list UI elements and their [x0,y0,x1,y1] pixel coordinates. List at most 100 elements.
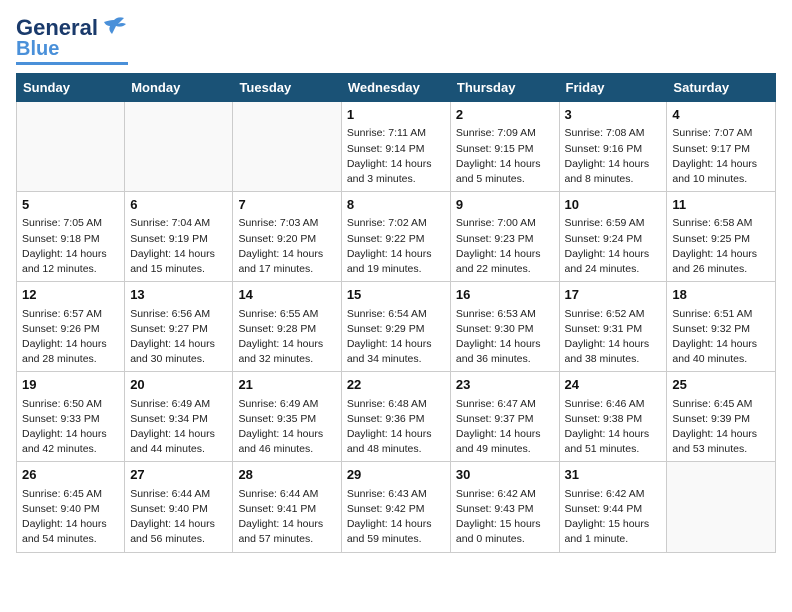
calendar-day-26: 26Sunrise: 6:45 AM Sunset: 9:40 PM Dayli… [17,462,125,552]
day-info: Sunrise: 7:00 AM Sunset: 9:23 PM Dayligh… [456,216,554,277]
calendar-week-row: 5 Sunrise: 7:05 AM Sunset: 9:18 PM Daylig… [17,192,776,282]
weekday-header-sunday: Sunday [17,74,125,102]
day-info: Sunrise: 7:08 AM Sunset: 9:16 PM Dayligh… [565,126,662,187]
calendar-day-4: 4Sunrise: 7:07 AM Sunset: 9:17 PM Daylig… [667,102,776,192]
day-info: Sunrise: 6:47 AM Sunset: 9:37 PM Dayligh… [456,397,554,458]
weekday-header-saturday: Saturday [667,74,776,102]
day-info: Sunrise: 7:02 AM Sunset: 9:22 PM Dayligh… [347,216,445,277]
calendar-day-10: 10Sunrise: 6:59 AM Sunset: 9:24 PM Dayli… [559,192,667,282]
day-info: Sunrise: 6:49 AM Sunset: 9:34 PM Dayligh… [130,397,227,458]
day-info: Sunrise: 6:56 AM Sunset: 9:27 PM Dayligh… [130,307,227,368]
day-info: Sunrise: 6:51 AM Sunset: 9:32 PM Dayligh… [672,307,770,368]
calendar-table: SundayMondayTuesdayWednesdayThursdayFrid… [16,73,776,552]
day-number: 28 [238,466,335,484]
day-number: 15 [347,286,445,304]
day-info: Sunrise: 7:03 AM Sunset: 9:20 PM Dayligh… [238,216,335,277]
calendar-day-24: 24Sunrise: 6:46 AM Sunset: 9:38 PM Dayli… [559,372,667,462]
day-number: 31 [565,466,662,484]
day-number: 1 [347,106,445,124]
day-info: Sunrise: 6:54 AM Sunset: 9:29 PM Dayligh… [347,307,445,368]
calendar-day-18: 18 Sunrise: 6:51 AM Sunset: 9:32 PM Dayli… [667,282,776,372]
day-info: Sunrise: 6:48 AM Sunset: 9:36 PM Dayligh… [347,397,445,458]
calendar-day-29: 29 Sunrise: 6:43 AM Sunset: 9:42 PM Dayli… [341,462,450,552]
weekday-header-wednesday: Wednesday [341,74,450,102]
calendar-day-27: 27Sunrise: 6:44 AM Sunset: 9:40 PM Dayli… [125,462,233,552]
page-header: General Blue [16,16,776,65]
calendar-day-30: 30Sunrise: 6:42 AM Sunset: 9:43 PM Dayli… [450,462,559,552]
day-info: Sunrise: 6:43 AM Sunset: 9:42 PM Dayligh… [347,487,445,548]
day-number: 2 [456,106,554,124]
day-number: 16 [456,286,554,304]
day-info: Sunrise: 7:11 AM Sunset: 9:14 PM Dayligh… [347,126,445,187]
calendar-day-empty [17,102,125,192]
logo-blue-text: Blue [16,38,59,60]
logo: General Blue [16,16,128,65]
calendar-day-9: 9Sunrise: 7:00 AM Sunset: 9:23 PM Daylig… [450,192,559,282]
calendar-header-row: SundayMondayTuesdayWednesdayThursdayFrid… [17,74,776,102]
weekday-header-monday: Monday [125,74,233,102]
day-info: Sunrise: 6:52 AM Sunset: 9:31 PM Dayligh… [565,307,662,368]
calendar-day-16: 16 Sunrise: 6:53 AM Sunset: 9:30 PM Dayli… [450,282,559,372]
day-number: 8 [347,196,445,214]
weekday-header-thursday: Thursday [450,74,559,102]
day-number: 24 [565,376,662,394]
calendar-day-1: 1 Sunrise: 7:11 AM Sunset: 9:14 PM Daylig… [341,102,450,192]
calendar-day-6: 6Sunrise: 7:04 AM Sunset: 9:19 PM Daylig… [125,192,233,282]
calendar-day-15: 15 Sunrise: 6:54 AM Sunset: 9:29 PM Dayli… [341,282,450,372]
day-info: Sunrise: 6:49 AM Sunset: 9:35 PM Dayligh… [238,397,335,458]
day-number: 12 [22,286,119,304]
day-info: Sunrise: 6:53 AM Sunset: 9:30 PM Dayligh… [456,307,554,368]
day-info: Sunrise: 7:05 AM Sunset: 9:18 PM Dayligh… [22,216,119,277]
calendar-day-19: 19 Sunrise: 6:50 AM Sunset: 9:33 PM Dayli… [17,372,125,462]
calendar-day-5: 5 Sunrise: 7:05 AM Sunset: 9:18 PM Daylig… [17,192,125,282]
calendar-day-11: 11Sunrise: 6:58 AM Sunset: 9:25 PM Dayli… [667,192,776,282]
calendar-day-13: 13 Sunrise: 6:56 AM Sunset: 9:27 PM Dayli… [125,282,233,372]
day-info: Sunrise: 6:55 AM Sunset: 9:28 PM Dayligh… [238,307,335,368]
day-info: Sunrise: 6:45 AM Sunset: 9:39 PM Dayligh… [672,397,770,458]
calendar-day-25: 25 Sunrise: 6:45 AM Sunset: 9:39 PM Dayli… [667,372,776,462]
calendar-day-17: 17Sunrise: 6:52 AM Sunset: 9:31 PM Dayli… [559,282,667,372]
calendar-day-28: 28 Sunrise: 6:44 AM Sunset: 9:41 PM Dayli… [233,462,341,552]
calendar-week-row: 1 Sunrise: 7:11 AM Sunset: 9:14 PM Daylig… [17,102,776,192]
calendar-week-row: 12 Sunrise: 6:57 AM Sunset: 9:26 PM Dayli… [17,282,776,372]
day-number: 14 [238,286,335,304]
day-info: Sunrise: 6:59 AM Sunset: 9:24 PM Dayligh… [565,216,662,277]
logo-text: General [16,16,98,40]
calendar-week-row: 19 Sunrise: 6:50 AM Sunset: 9:33 PM Dayli… [17,372,776,462]
logo-bird-icon [100,16,128,38]
day-number: 19 [22,376,119,394]
day-info: Sunrise: 6:50 AM Sunset: 9:33 PM Dayligh… [22,397,119,458]
calendar-day-7: 7Sunrise: 7:03 AM Sunset: 9:20 PM Daylig… [233,192,341,282]
day-number: 4 [672,106,770,124]
day-number: 11 [672,196,770,214]
calendar-day-31: 31 Sunrise: 6:42 AM Sunset: 9:44 PM Dayli… [559,462,667,552]
calendar-day-2: 2 Sunrise: 7:09 AM Sunset: 9:15 PM Daylig… [450,102,559,192]
calendar-day-3: 3 Sunrise: 7:08 AM Sunset: 9:16 PM Daylig… [559,102,667,192]
calendar-day-20: 20Sunrise: 6:49 AM Sunset: 9:34 PM Dayli… [125,372,233,462]
weekday-header-tuesday: Tuesday [233,74,341,102]
calendar-week-row: 26Sunrise: 6:45 AM Sunset: 9:40 PM Dayli… [17,462,776,552]
day-info: Sunrise: 6:44 AM Sunset: 9:40 PM Dayligh… [130,487,227,548]
day-info: Sunrise: 6:57 AM Sunset: 9:26 PM Dayligh… [22,307,119,368]
day-info: Sunrise: 6:45 AM Sunset: 9:40 PM Dayligh… [22,487,119,548]
day-number: 25 [672,376,770,394]
calendar-day-empty [125,102,233,192]
logo-underline [16,62,128,65]
calendar-day-23: 23 Sunrise: 6:47 AM Sunset: 9:37 PM Dayli… [450,372,559,462]
day-number: 23 [456,376,554,394]
day-number: 21 [238,376,335,394]
day-number: 3 [565,106,662,124]
day-number: 5 [22,196,119,214]
day-info: Sunrise: 7:04 AM Sunset: 9:19 PM Dayligh… [130,216,227,277]
day-info: Sunrise: 6:42 AM Sunset: 9:44 PM Dayligh… [565,487,662,548]
day-info: Sunrise: 6:44 AM Sunset: 9:41 PM Dayligh… [238,487,335,548]
calendar-day-14: 14 Sunrise: 6:55 AM Sunset: 9:28 PM Dayli… [233,282,341,372]
calendar-day-22: 22 Sunrise: 6:48 AM Sunset: 9:36 PM Dayli… [341,372,450,462]
day-info: Sunrise: 7:09 AM Sunset: 9:15 PM Dayligh… [456,126,554,187]
day-number: 13 [130,286,227,304]
day-number: 29 [347,466,445,484]
calendar-day-12: 12 Sunrise: 6:57 AM Sunset: 9:26 PM Dayli… [17,282,125,372]
day-number: 22 [347,376,445,394]
calendar-day-empty [667,462,776,552]
day-number: 18 [672,286,770,304]
